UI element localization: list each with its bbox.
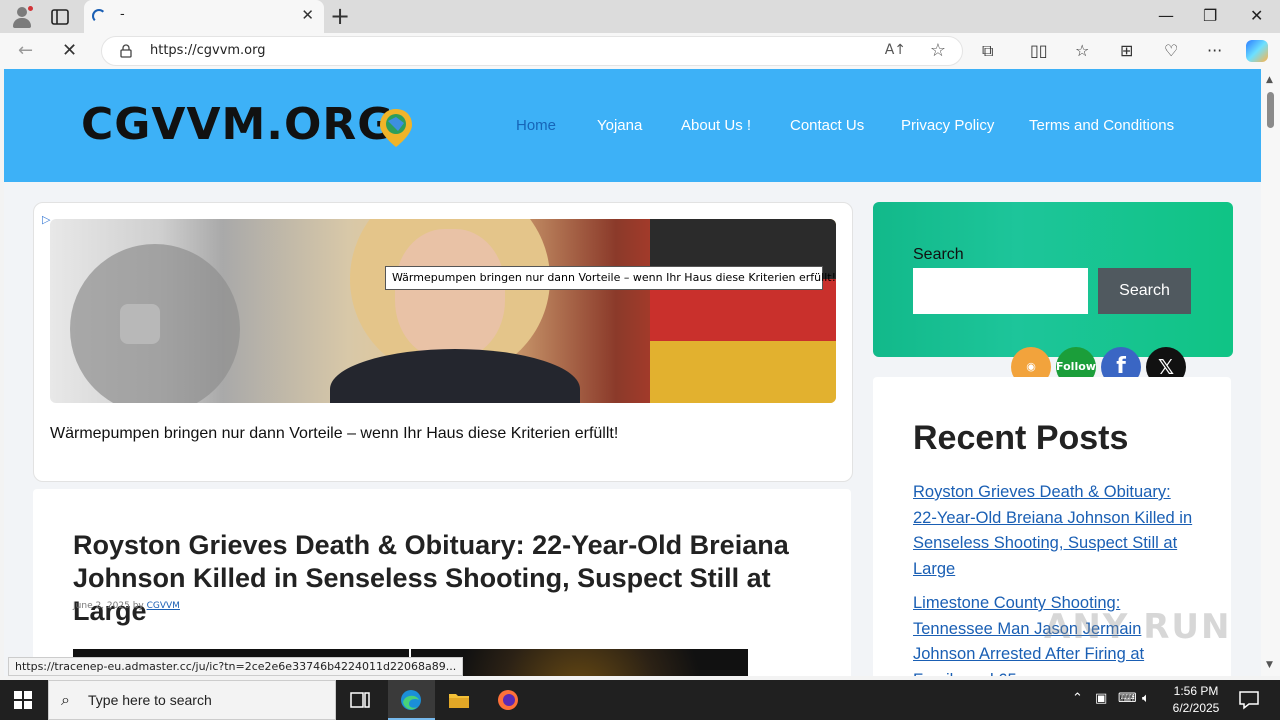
browser-essentials-icon[interactable]: ♡: [1164, 41, 1178, 60]
favorites-icon[interactable]: ☆: [1075, 41, 1089, 60]
ad-image[interactable]: [50, 219, 836, 403]
search-input[interactable]: [913, 268, 1088, 314]
recent-post-link[interactable]: Royston Grieves Death & Obituary: 22-Yea…: [913, 480, 1193, 582]
post-author-link[interactable]: CGVVM: [147, 601, 180, 611]
search-button[interactable]: Search: [1098, 268, 1191, 314]
read-aloud-icon[interactable]: A↑: [885, 42, 906, 58]
taskbar-search[interactable]: ⌕ Type here to search: [48, 680, 336, 720]
post-date: June 2, 2025: [73, 601, 130, 611]
search-icon: ⌕: [61, 690, 70, 709]
ad-caption[interactable]: Wärmepumpen bringen nur dann Vorteile – …: [50, 425, 618, 443]
nav-yojana[interactable]: Yojana: [597, 117, 642, 134]
new-tab-icon[interactable]: +: [330, 2, 350, 30]
vertical-scrollbar[interactable]: ▲ ▼: [1261, 69, 1280, 676]
minimize-icon[interactable]: —: [1158, 6, 1174, 25]
link-status-bar: https://tracenep-eu.admaster.cc/ju/ic?tn…: [8, 657, 464, 676]
ad-tooltip: Wärmepumpen bringen nur dann Vorteile – …: [385, 266, 836, 290]
site-header: CGVVM.ORG Home Yojana About Us ! Contact…: [4, 69, 1261, 182]
edge-taskbar-button[interactable]: [388, 680, 435, 720]
restore-icon[interactable]: ❐: [1203, 6, 1217, 25]
post-card: Royston Grieves Death & Obituary: 22-Yea…: [33, 489, 851, 676]
clock-time: 1:56 PM: [1173, 684, 1219, 698]
url-text[interactable]: https://cgvvm.org: [150, 43, 266, 58]
page-viewport: CGVVM.ORG Home Yojana About Us ! Contact…: [4, 69, 1261, 676]
task-view-icon[interactable]: [348, 688, 372, 712]
site-logo[interactable]: CGVVM.ORG: [81, 99, 394, 150]
active-tab[interactable]: - ✕: [84, 0, 324, 33]
search-label: Search: [913, 246, 964, 263]
edge-icon: [401, 690, 421, 710]
system-clock[interactable]: 1:56 PM 6/2/2025: [1168, 683, 1224, 717]
lock-icon[interactable]: [120, 44, 132, 58]
nav-contact[interactable]: Contact Us: [790, 117, 864, 134]
address-bar[interactable]: https://cgvvm.org A↑ ☆: [101, 36, 963, 66]
post-title[interactable]: Royston Grieves Death & Obituary: 22-Yea…: [73, 529, 793, 628]
notifications-icon[interactable]: [1237, 688, 1261, 712]
favorite-star-icon[interactable]: ☆: [930, 40, 946, 61]
search-widget: Search Search: [873, 202, 1233, 357]
tab-strip: - ✕ + — ❐ ✕: [0, 0, 1280, 33]
taskbar: ⌕ Type here to search ⌃ ▣ ⌨ 🔈︎ 1:56 PM 6…: [0, 680, 1280, 720]
scroll-thumb[interactable]: [1267, 92, 1274, 128]
file-explorer-icon[interactable]: [447, 688, 471, 712]
collections-icon[interactable]: ⊞: [1120, 41, 1133, 60]
nav-privacy[interactable]: Privacy Policy: [901, 117, 994, 134]
tab-title: -: [120, 7, 125, 22]
show-hidden-icons[interactable]: ⌃: [1072, 691, 1083, 706]
network-icon[interactable]: ⌨: [1118, 691, 1137, 706]
post-by: by: [132, 601, 144, 611]
extensions-icon[interactable]: ⧉: [982, 41, 993, 61]
nav-home[interactable]: Home: [516, 117, 556, 134]
close-tab-icon[interactable]: ✕: [301, 6, 314, 24]
ad-card[interactable]: ▷ Wärmepumpen bringen nur dann Vorteile …: [33, 202, 853, 482]
device-icon[interactable]: ▣: [1095, 691, 1107, 706]
more-menu-icon[interactable]: ···: [1207, 41, 1222, 60]
stop-loading-icon[interactable]: ✕: [62, 40, 77, 61]
tab-actions-icon[interactable]: [50, 7, 70, 27]
nav-terms[interactable]: Terms and Conditions: [1029, 117, 1174, 134]
globe-pin-icon: [380, 109, 412, 147]
nav-about[interactable]: About Us !: [681, 117, 751, 134]
back-icon[interactable]: ←: [18, 40, 33, 61]
loading-icon: [92, 9, 106, 23]
windows-start-icon[interactable]: [14, 691, 32, 709]
post-meta: June 2, 2025 by CGVVM: [73, 601, 180, 611]
address-row: ← ✕ https://cgvvm.org A↑ ☆ ⧉ ▯▯ ☆ ⊞ ♡ ··…: [0, 33, 1280, 69]
firefox-icon[interactable]: [496, 688, 520, 712]
copilot-icon[interactable]: [1246, 40, 1268, 62]
volume-icon[interactable]: 🔈︎: [1142, 691, 1150, 706]
scroll-up-icon[interactable]: ▲: [1266, 75, 1273, 85]
scroll-down-icon[interactable]: ▼: [1266, 660, 1273, 670]
watermark: ANY RUN: [1044, 607, 1232, 647]
recent-posts-heading: Recent Posts: [913, 419, 1129, 457]
close-window-icon[interactable]: ✕: [1250, 6, 1263, 25]
taskbar-search-placeholder: Type here to search: [88, 692, 212, 708]
clock-date: 6/2/2025: [1172, 701, 1220, 715]
profile-icon[interactable]: [10, 5, 34, 29]
split-screen-icon[interactable]: ▯▯: [1030, 41, 1048, 60]
